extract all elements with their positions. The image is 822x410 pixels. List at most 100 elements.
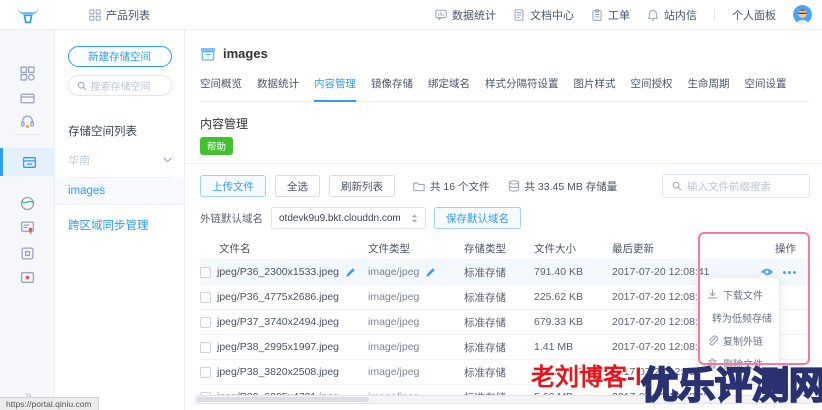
row-checkbox[interactable] — [200, 291, 211, 303]
file-size: 791.40 KB — [534, 266, 584, 278]
bucket-header: images — [200, 46, 822, 61]
nav-messages-label: 站内信 — [664, 9, 697, 22]
folder-icon — [413, 182, 425, 191]
tab-style-separator[interactable]: 样式分隔符设置 — [485, 76, 559, 101]
help-badge[interactable]: 帮助 — [200, 137, 234, 155]
menu-item-label: 复制外链 — [723, 337, 763, 348]
rail-developer[interactable] — [0, 240, 55, 266]
tab-data-stats[interactable]: 数据统计 — [257, 76, 299, 101]
tab-lifecycle[interactable]: 生命周期 — [688, 76, 730, 101]
nav-work-order[interactable]: 工单 — [591, 7, 630, 23]
bucket-search-input[interactable]: 搜索存储空间 — [67, 75, 172, 96]
file-name[interactable]: jpeg/P36_4775x2686.jpeg — [217, 291, 339, 303]
col-header-filename: 文件名 — [219, 242, 251, 255]
tab-content-management[interactable]: 内容管理 — [314, 76, 356, 102]
cross-region-sync-link[interactable]: 跨区域同步管理 — [55, 217, 184, 233]
region-label: 华南 — [68, 155, 90, 167]
bucket-tabs: 空间概览 数据统计 内容管理 镜像存储 绑定域名 样式分隔符设置 图片样式 空间… — [200, 76, 810, 102]
personal-panel-label: 个人面板 — [732, 9, 776, 22]
storage-type: 标准存储 — [464, 366, 506, 379]
menu-item-label: 下载文件 — [723, 291, 763, 302]
save-domain-button[interactable]: 保存默认域名 — [434, 207, 521, 229]
file-toolbar: 上传文件 全选 刷新列表 共 16 个文件 共 33.45 MB 存储量 输入文… — [200, 174, 810, 198]
tab-mirror-storage[interactable]: 镜像存储 — [371, 76, 413, 101]
icon-rail: » — [0, 30, 55, 410]
card-icon — [20, 93, 35, 103]
file-search-placeholder: 输入文件前缀搜索 — [687, 180, 771, 193]
bucket-icon — [200, 47, 216, 60]
row-checkbox[interactable] — [200, 316, 211, 328]
menu-download-file[interactable]: 下载文件 — [699, 283, 779, 306]
qiniu-logo[interactable] — [0, 5, 55, 24]
storage-type: 标准存储 — [464, 266, 506, 279]
new-bucket-button[interactable]: 新建存储空间 — [67, 46, 172, 67]
storage-type: 标准存储 — [464, 341, 506, 354]
edit-pencil-icon[interactable] — [345, 267, 356, 278]
file-name[interactable]: jpeg/P37_3740x2494.jpeg — [217, 316, 339, 328]
tab-image-style[interactable]: 图片样式 — [574, 76, 616, 101]
tab-space-auth[interactable]: 空间授权 — [631, 76, 673, 101]
upload-file-button[interactable]: 上传文件 — [200, 175, 266, 197]
product-list-menu[interactable]: 产品列表 — [89, 7, 150, 23]
file-count-stat: 共 16 个文件 — [413, 179, 490, 194]
domain-select[interactable]: otdevk9u9.bkt.clouddn.com — [271, 207, 426, 229]
watermark-site: 优乐评测网 — [640, 364, 822, 407]
nav-doc-center[interactable]: 文档中心 — [513, 7, 574, 23]
bucket-list-title: 存储空间列表 — [68, 126, 137, 138]
storage-total-label: 共 33.45 MB 存储量 — [524, 180, 618, 193]
file-name[interactable]: jpeg/P38_2995x1997.jpeg — [217, 341, 339, 353]
topbar-right: 数据统计 文档中心 工单 站内信 个人面板 — [435, 5, 822, 24]
rail-object-storage-active[interactable] — [0, 148, 55, 176]
download-icon — [707, 289, 718, 299]
personal-panel-link[interactable]: 个人面板 — [732, 7, 776, 23]
topbar-divider — [714, 8, 715, 21]
file-size: 225.62 KB — [534, 291, 584, 303]
sidebar-item-images-bucket[interactable]: images — [55, 178, 184, 205]
browser-status-bar: https://portal.qiniu.com — [0, 397, 99, 410]
tab-bind-domain[interactable]: 绑定域名 — [428, 76, 470, 101]
rail-notice[interactable] — [0, 264, 55, 290]
page-title: images — [223, 46, 268, 61]
file-count-label: 共 16 个文件 — [430, 180, 490, 193]
file-name[interactable]: jpeg/P36_2300x1533.jpeg — [217, 266, 339, 278]
file-size: 679.33 KB — [534, 316, 584, 328]
menu-convert-low-freq[interactable]: 转为低频存储 — [699, 306, 779, 329]
search-icon — [672, 181, 682, 191]
database-icon — [508, 180, 519, 192]
rail-support[interactable] — [0, 108, 55, 134]
select-stepper-icon — [411, 214, 418, 222]
rail-overview[interactable] — [0, 60, 55, 86]
col-header-actions: 操作 — [775, 242, 796, 255]
row-checkbox[interactable] — [200, 366, 211, 378]
file-prefix-search-input[interactable]: 输入文件前缀搜索 — [662, 174, 810, 198]
edit-pencil-icon[interactable] — [425, 267, 436, 278]
row-checkbox[interactable] — [200, 266, 211, 278]
bucket-sidebar: 新建存储空间 搜索存储空间 存储空间列表 华南 images 跨区域同步管理 — [55, 30, 185, 410]
rail-certificate[interactable] — [0, 214, 55, 240]
file-name[interactable]: jpeg/P38_3820x2508.jpeg — [217, 366, 339, 378]
scrollbar-thumb[interactable] — [197, 397, 369, 402]
rail-divider — [15, 134, 40, 135]
more-actions-button[interactable] — [783, 270, 796, 274]
col-header-storagetype: 存储类型 — [464, 242, 506, 255]
nav-messages[interactable]: 站内信 — [647, 7, 697, 23]
col-header-updated: 最后更新 — [612, 242, 654, 255]
user-avatar[interactable] — [793, 5, 812, 24]
row-checkbox[interactable] — [200, 341, 211, 353]
menu-copy-link[interactable]: 复制外链 — [699, 329, 779, 352]
file-type: image/jpeg — [368, 341, 420, 353]
select-all-button[interactable]: 全选 — [275, 175, 320, 197]
domain-select-value: otdevk9u9.bkt.clouddn.com — [279, 212, 401, 224]
section-title: 内容管理 — [200, 117, 249, 131]
rail-cdn[interactable] — [0, 190, 55, 216]
product-list-label: 产品列表 — [106, 9, 150, 22]
nav-data-stats[interactable]: 数据统计 — [435, 7, 496, 23]
menu-item-label: 转为低频存储 — [712, 314, 772, 325]
region-dropdown[interactable]: 华南 — [68, 152, 172, 178]
bull-logo-icon — [16, 6, 39, 24]
tab-space-settings[interactable]: 空间设置 — [745, 76, 787, 101]
link-icon — [708, 335, 718, 346]
refresh-list-button[interactable]: 刷新列表 — [329, 175, 395, 197]
tab-space-overview[interactable]: 空间概览 — [200, 76, 242, 101]
headset-icon — [20, 115, 35, 128]
